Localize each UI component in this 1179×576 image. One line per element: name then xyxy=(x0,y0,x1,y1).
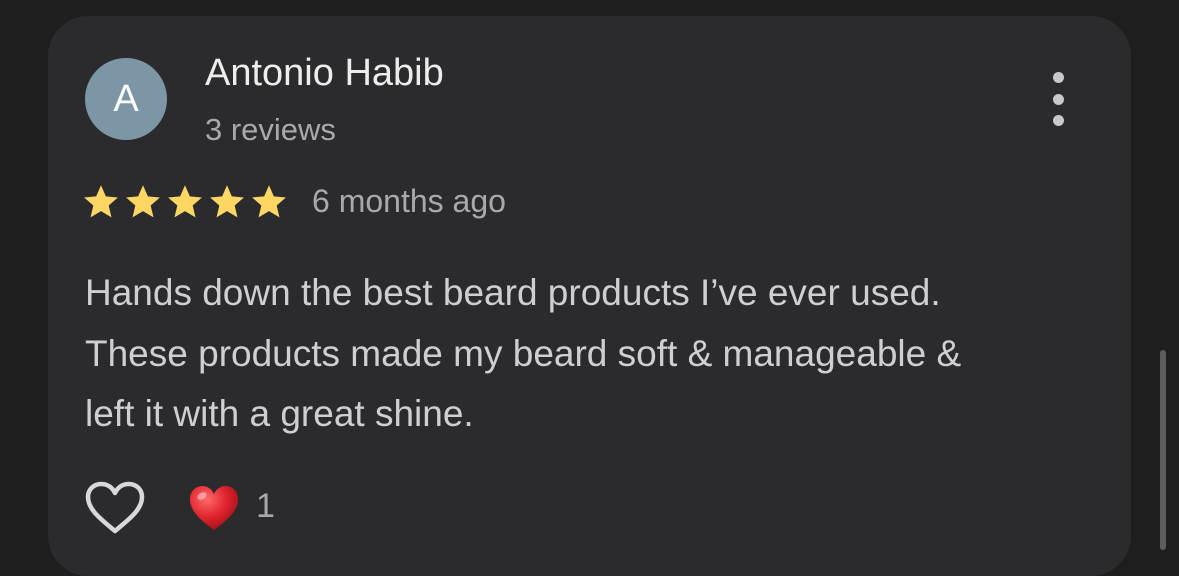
more-vertical-icon xyxy=(1052,72,1064,83)
more-dot xyxy=(1052,93,1064,105)
heart-outline-icon xyxy=(85,481,145,534)
like-button[interactable] xyxy=(84,480,146,536)
review-time: 6 months ago xyxy=(312,183,506,219)
reviewer-name[interactable]: Antonio Habib xyxy=(205,52,444,95)
star-rating xyxy=(82,184,288,220)
avatar-letter: A xyxy=(113,77,139,120)
star-icon xyxy=(252,185,286,218)
review-text: Hands down the best beard products I’ve … xyxy=(85,263,1105,445)
review-text-line: These products made my beard soft & mana… xyxy=(85,332,962,374)
avatar[interactable]: A xyxy=(85,58,167,140)
star-icon xyxy=(84,185,118,218)
reaction-heart[interactable] xyxy=(188,484,240,532)
reviewer-review-count: 3 reviews xyxy=(205,112,336,147)
more-options-button[interactable] xyxy=(1044,72,1072,126)
scrollbar[interactable] xyxy=(1160,350,1166,550)
review-text-line: left it with a great shine. xyxy=(85,393,474,434)
red-heart-icon xyxy=(190,486,238,530)
star-icon xyxy=(210,185,244,218)
more-dot xyxy=(1052,115,1064,126)
star-icon xyxy=(126,185,160,218)
star-icon xyxy=(168,185,202,218)
reaction-count: 1 xyxy=(256,487,275,525)
review-text-line: Hands down the best beard products I’ve … xyxy=(85,272,941,313)
